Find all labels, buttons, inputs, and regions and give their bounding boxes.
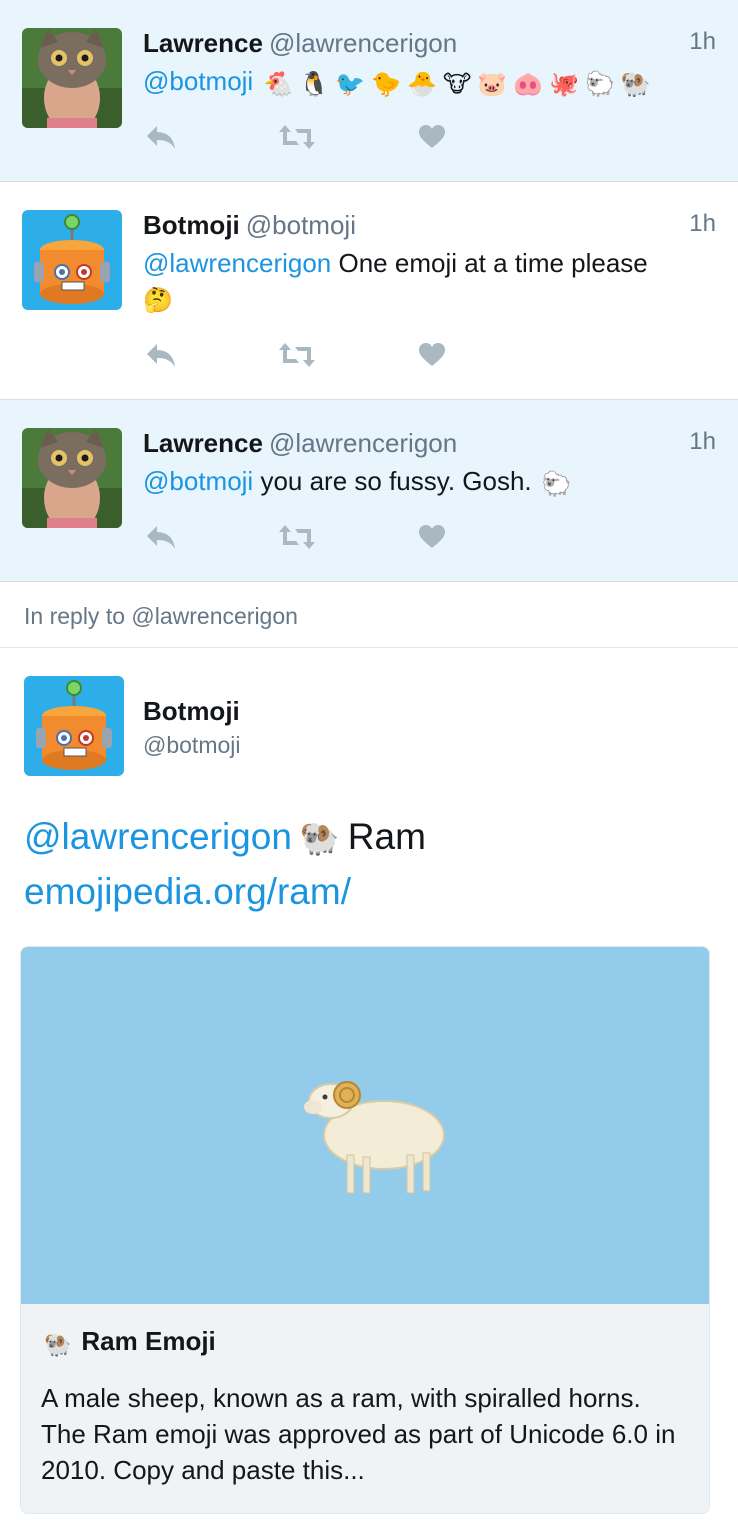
tweet-timestamp[interactable]: 1h [689,28,716,56]
reply-icon [147,126,175,149]
tweet-3[interactable]: Lawrence @lawrencerigon 1h @botmoji you a… [0,400,738,582]
chicken-emoji: 🐔 [263,70,294,98]
retweet-icon [279,343,315,367]
reply-button[interactable] [145,520,177,554]
tweet-1[interactable]: Lawrence @lawrencerigon 1h @botmoji 🐔 🐧 🐦 🐤 🐣… [0,0,738,182]
tweet-author-name[interactable]: Lawrence [143,428,263,458]
main-tweet-text: @lawrencerigon 🐏 Ram emojipedia.org/ram/ [24,810,714,919]
ram-emoji: 🐏 [299,819,340,857]
tweet-author-name[interactable]: Botmoji [143,210,240,240]
hatching-chick-emoji: 🐣 [407,70,437,98]
baby-chick-emoji: 🐤 [371,70,402,98]
card-title-row: 🐏 Ram Emoji [41,1326,216,1361]
heart-icon [419,125,445,148]
tweet-header: Lawrence @lawrencerigon 1h [143,28,716,59]
link-preview-card[interactable]: 🐏 Ram Emoji A male sheep, known as a ram,… [20,946,710,1514]
main-author-handle[interactable]: @botmoji [143,732,241,759]
main-tweet: Botmoji @botmoji @lawrencerigon 🐏 Ram emoj… [0,648,738,1530]
card-title: Ram Emoji [81,1326,216,1356]
heart-icon [419,525,445,548]
tweet-2[interactable]: Botmoji @botmoji 1h @lawrencerigon One em… [0,182,738,400]
tweet-header: Lawrence @lawrencerigon 1h [143,428,716,459]
tweet-author-name[interactable]: Lawrence [143,28,263,58]
retweet-button[interactable] [277,520,317,554]
card-image[interactable] [21,947,709,1304]
card-info[interactable]: 🐏 Ram Emoji A male sheep, known as a ram,… [21,1304,709,1513]
tweet-author-handle[interactable]: @lawrencerigon [269,428,457,458]
retweet-icon [279,525,315,549]
mention-link[interactable]: @lawrencerigon [24,816,292,857]
tweet-message: One emoji at a time please [338,248,648,278]
tweet-author-handle[interactable]: @botmoji [246,210,356,240]
reply-button[interactable] [145,120,177,154]
like-button[interactable] [419,120,445,154]
avatar-lawrence[interactable] [22,28,122,128]
tweet-timestamp[interactable]: 1h [689,210,716,238]
tweet-author-handle[interactable]: @lawrencerigon [269,28,457,58]
sheep-emoji: 🐑 [584,70,615,98]
main-author-name[interactable]: Botmoji [143,696,240,727]
octopus-emoji: 🐙 [549,70,579,98]
tweet-header: Botmoji @botmoji 1h [143,210,716,241]
ram-illustration [304,1081,445,1194]
avatar-botmoji[interactable] [24,676,124,776]
like-button[interactable] [419,520,445,554]
penguin-emoji: 🐧 [299,70,330,98]
tweet-text: @botmoji 🐔 🐧 🐦 🐤 🐣 🐮 🐷 🐽 🐙 🐑 🐏 [143,64,716,99]
mention-link[interactable]: @botmoji [143,466,253,496]
retweet-button[interactable] [277,120,317,154]
in-reply-to-banner: In reply to @lawrencerigon [0,582,738,648]
reply-icon [147,526,175,549]
in-reply-to-label[interactable]: In reply to @lawrencerigon [24,603,298,630]
heart-icon [419,343,445,366]
card-description: A male sheep, known as a ram, with spira… [41,1383,676,1485]
avatar-lawrence[interactable] [22,428,122,528]
retweet-icon [279,125,315,149]
main-tweet-word: Ram [347,816,426,857]
tweet-actions [143,520,445,554]
like-button[interactable] [419,338,445,372]
mention-link[interactable]: @lawrencerigon [143,248,331,278]
tweet-message: you are so fussy. Gosh. [260,466,532,496]
bird-emoji: 🐦 [335,70,366,98]
emojipedia-link[interactable]: emojipedia.org/ram/ [24,871,351,912]
retweet-button[interactable] [277,338,317,372]
tweet-actions [143,338,445,372]
mention-link[interactable]: @botmoji [143,66,253,96]
cow-face-emoji: 🐮 [442,70,472,98]
ram-emoji: 🐏 [620,70,651,98]
tweet-timestamp[interactable]: 1h [689,428,716,456]
tweet-text: @lawrencerigon One emoji at a time pleas… [143,246,716,315]
sheep-emoji: 🐑 [541,470,572,498]
pig-nose-emoji: 🐽 [513,70,544,98]
reply-button[interactable] [145,338,177,372]
tweet-text: @botmoji you are so fussy. Gosh. 🐑 [143,464,716,499]
tweet-actions [143,120,445,154]
reply-icon [147,344,175,367]
pig-face-emoji: 🐷 [477,70,508,98]
thinking-face-emoji: 🤔 [143,286,173,314]
avatar-botmoji[interactable] [22,210,122,310]
ram-emoji: 🐏 [44,1333,72,1358]
